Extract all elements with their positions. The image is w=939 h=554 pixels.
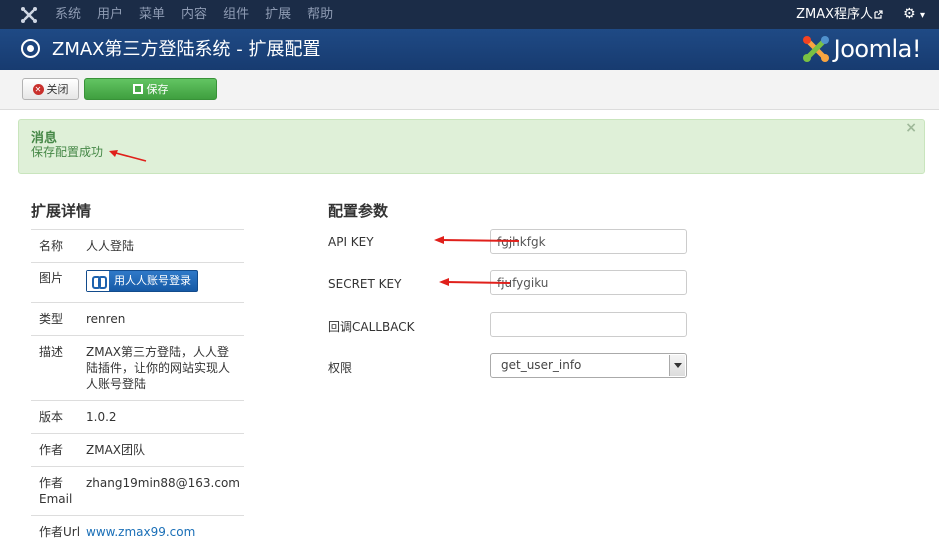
renren-icon xyxy=(87,271,109,291)
alert-close-button[interactable]: × xyxy=(905,120,917,136)
annotation-arrow-icon xyxy=(434,236,520,244)
joomla-brand-icon xyxy=(802,36,829,62)
close-button-label: 关闭 xyxy=(46,83,69,96)
menu-extensions[interactable]: 扩展 xyxy=(265,0,291,29)
row-label: 图片 xyxy=(39,271,64,285)
success-alert: 消息 保存配置成功 × xyxy=(18,119,925,174)
close-circle-icon: ✕ xyxy=(32,83,44,95)
renren-login-button[interactable]: 用人人账号登录 xyxy=(86,270,198,292)
row-value: ZMAX第三方登陆，人人登陆插件，让你的网站实现人人账号登陆 xyxy=(86,345,231,391)
menu-system[interactable]: 系统 xyxy=(55,0,81,29)
row-label: 作者 xyxy=(39,443,64,457)
row-label: 名称 xyxy=(39,239,64,253)
row-value: 人人登陆 xyxy=(86,239,135,253)
table-row: 描述 ZMAX第三方登陆，人人登陆插件，让你的网站实现人人账号登陆 xyxy=(31,335,244,400)
external-link-icon xyxy=(874,10,883,19)
author-url-link[interactable]: www.zmax99.com xyxy=(86,524,195,540)
top-navbar: 系统 用户 菜单 内容 组件 扩展 帮助 ZMAX程序人 ⚙ ▾ xyxy=(0,0,939,29)
secret-key-input[interactable] xyxy=(490,270,687,295)
radio-circle-icon xyxy=(21,39,40,58)
details-title: 扩展详情 xyxy=(31,202,92,220)
row-value: 1.0.2 xyxy=(86,410,117,424)
menu-help[interactable]: 帮助 xyxy=(307,0,333,29)
table-row: 名称 人人登陆 xyxy=(31,229,244,262)
save-button[interactable]: 保存 xyxy=(84,78,217,100)
row-label: 类型 xyxy=(39,312,64,326)
menu-users[interactable]: 用户 xyxy=(97,0,123,29)
settings-dropdown[interactable]: ⚙ ▾ xyxy=(903,7,925,23)
row-label: 作者Url xyxy=(39,525,81,539)
table-row: 作者 ZMAX团队 xyxy=(31,433,244,466)
table-row: 作者Email zhang19min88@163.com xyxy=(31,466,244,515)
toolbar: ✕ 关闭 保存 xyxy=(0,70,939,110)
row-label: 作者Email xyxy=(39,476,73,506)
renren-login-label: 用人人账号登录 xyxy=(114,274,191,287)
row-value: ZMAX团队 xyxy=(86,443,146,457)
scope-selected-value: get_user_info xyxy=(501,358,582,372)
row-value: 用人人账号登录 xyxy=(86,270,198,295)
row-value: zhang19min88@163.com xyxy=(86,476,240,490)
edit-icon xyxy=(132,84,143,94)
table-row: 版本 1.0.2 xyxy=(31,400,244,433)
joomla-brand: Joomla! xyxy=(802,32,922,66)
callback-input[interactable] xyxy=(490,312,687,337)
page-title: ZMAX第三方登陆系统 - 扩展配置 xyxy=(52,39,321,60)
details-table: 名称 人人登陆 图片 用人人账号登录 类型 renren 描述 ZMAX第三方登… xyxy=(31,229,244,548)
main-menu: 系统 用户 菜单 内容 组件 扩展 帮助 xyxy=(55,0,349,29)
config-title: 配置参数 xyxy=(328,202,389,220)
joomla-logo-icon[interactable] xyxy=(20,6,38,24)
annotation-arrow-icon xyxy=(439,278,511,286)
save-button-label: 保存 xyxy=(146,83,169,96)
table-row: 图片 用人人账号登录 xyxy=(31,262,244,302)
site-name-link[interactable]: ZMAX程序人 xyxy=(796,0,873,29)
menu-components[interactable]: 组件 xyxy=(223,0,249,29)
chevron-down-icon xyxy=(669,355,685,376)
scope-select[interactable]: get_user_info xyxy=(490,353,687,378)
annotation-arrow-icon xyxy=(109,150,147,162)
scope-label: 权限 xyxy=(328,361,353,375)
menu-menus[interactable]: 菜单 xyxy=(139,0,165,29)
alert-message: 保存配置成功 xyxy=(31,145,104,159)
page-header: ZMAX第三方登陆系统 - 扩展配置 Joomla! xyxy=(0,29,939,70)
row-value: renren xyxy=(86,312,126,326)
gear-icon: ⚙ xyxy=(902,6,916,22)
table-row: 作者Url www.zmax99.com xyxy=(31,515,244,548)
caret-down-icon: ▾ xyxy=(919,10,925,21)
row-label: 描述 xyxy=(39,345,64,359)
callback-label: 回调CALLBACK xyxy=(328,320,415,334)
row-label: 版本 xyxy=(39,410,64,424)
table-row: 类型 renren xyxy=(31,302,244,335)
menu-content[interactable]: 内容 xyxy=(181,0,207,29)
api-key-label: API KEY xyxy=(328,235,374,249)
secret-key-label: SECRET KEY xyxy=(328,277,402,291)
joomla-wordmark: Joomla! xyxy=(833,35,922,63)
close-button[interactable]: ✕ 关闭 xyxy=(22,78,79,100)
